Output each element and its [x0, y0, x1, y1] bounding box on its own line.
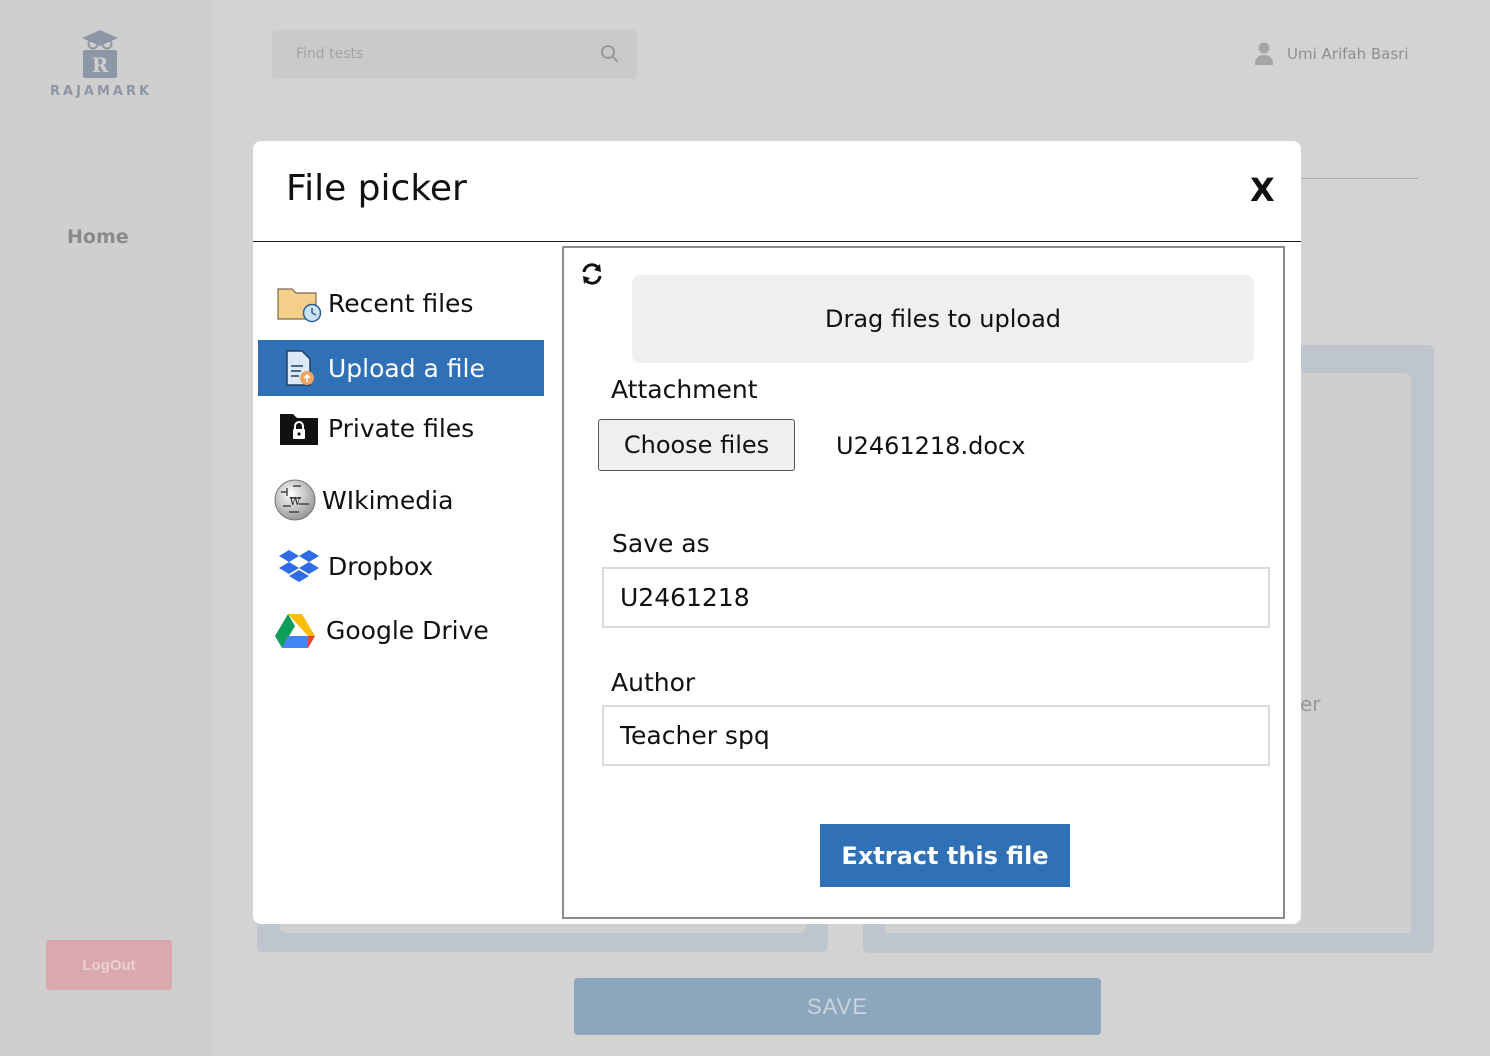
author-input[interactable] — [602, 705, 1270, 766]
save-button[interactable]: SAVE — [574, 978, 1101, 1035]
locked-folder-icon — [276, 405, 322, 451]
upload-panel: Drag files to upload Attachment Choose f… — [562, 246, 1285, 919]
author-label: Author — [611, 668, 696, 697]
repository-list: Recent files Upload a file Private files… — [253, 242, 563, 924]
repo-item-label: Upload a file — [328, 353, 485, 383]
nav-home[interactable]: Home — [67, 226, 129, 248]
background-divider — [1300, 178, 1418, 179]
choose-files-button[interactable]: Choose files — [598, 419, 795, 471]
refresh-icon[interactable] — [580, 262, 604, 286]
repo-item-label: Google Drive — [326, 615, 489, 645]
upload-file-icon — [276, 345, 322, 391]
google-drive-icon — [272, 607, 318, 653]
logout-button[interactable]: LogOut — [46, 940, 172, 990]
save-as-label: Save as — [612, 529, 710, 558]
repo-item-label: Private files — [328, 413, 475, 443]
rajamark-logo[interactable]: R RAJAMARK — [50, 28, 150, 99]
repo-item-label: Recent files — [328, 288, 474, 318]
save-as-input[interactable] — [602, 567, 1270, 628]
user-name: Umi Arifah Basri — [1287, 45, 1409, 63]
file-picker-modal: File picker X Recent files Upload a file… — [253, 141, 1301, 924]
close-button[interactable]: X — [1250, 171, 1275, 209]
owl-logo-icon: R — [82, 30, 118, 78]
repo-item-label: WIkimedia — [322, 485, 454, 515]
repo-item-wikimedia[interactable]: W WIkimedia — [258, 472, 544, 528]
svg-text:R: R — [92, 53, 109, 77]
user-icon — [1255, 42, 1273, 65]
chosen-file-name: U2461218.docx — [836, 432, 1026, 460]
drag-drop-zone[interactable]: Drag files to upload — [632, 275, 1254, 363]
search-box — [272, 30, 637, 79]
sidebar: R RAJAMARK Home LogOut — [0, 0, 211, 1056]
repo-item-upload-a-file[interactable]: Upload a file — [258, 340, 544, 396]
clock-folder-icon — [276, 280, 322, 326]
repo-item-label: Dropbox — [328, 551, 434, 581]
modal-header: File picker X — [253, 141, 1301, 242]
wikipedia-globe-icon: W — [272, 477, 318, 523]
extract-file-button[interactable]: Extract this file — [820, 824, 1070, 887]
modal-title: File picker — [286, 168, 467, 209]
background-panel-inner — [1300, 373, 1411, 933]
repo-item-google-drive[interactable]: Google Drive — [258, 602, 544, 658]
dropbox-icon — [276, 543, 322, 589]
repo-item-recent-files[interactable]: Recent files — [258, 275, 544, 331]
repo-item-private-files[interactable]: Private files — [258, 400, 544, 456]
search-input[interactable] — [296, 43, 576, 65]
repo-item-dropbox[interactable]: Dropbox — [258, 538, 544, 594]
search-icon[interactable] — [600, 44, 620, 64]
attachment-label: Attachment — [611, 375, 758, 404]
user-menu[interactable]: Umi Arifah Basri — [1254, 42, 1409, 66]
svg-text:W: W — [289, 495, 301, 508]
background-text-fragment: er — [1300, 692, 1321, 716]
logo-text: RAJAMARK — [50, 84, 153, 99]
